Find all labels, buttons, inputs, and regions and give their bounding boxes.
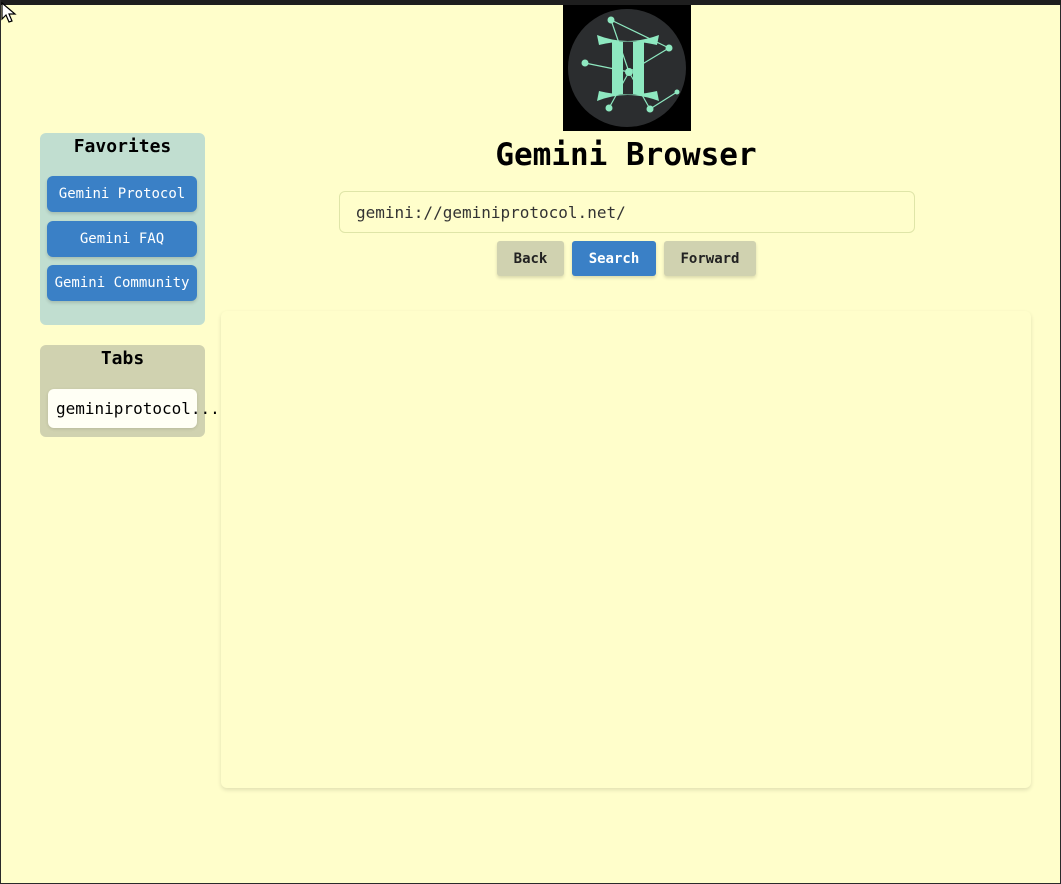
favorite-gemini-faq-button[interactable]: Gemini FAQ	[47, 221, 197, 257]
tabs-heading: Tabs	[100, 348, 145, 369]
page-title: Gemini Browser	[495, 137, 757, 173]
favorites-heading: Favorites	[73, 136, 172, 157]
gemini-constellation-icon	[568, 9, 686, 127]
tab-label: geminiprotocol...	[56, 399, 220, 418]
mouse-cursor-icon	[1, 2, 17, 23]
window-top-border	[1, 0, 1061, 5]
tabs-panel: Tabs geminiprotocol...	[40, 345, 220, 437]
page-content-area[interactable]	[221, 311, 1031, 788]
tab-item[interactable]: geminiprotocol...	[48, 389, 220, 428]
search-button[interactable]: Search	[572, 241, 656, 276]
favorite-gemini-protocol-button[interactable]: Gemini Protocol	[47, 176, 197, 212]
favorite-gemini-community-button[interactable]: Gemini Community	[47, 265, 197, 301]
forward-button[interactable]: Forward	[664, 241, 756, 276]
favorites-panel: Favorites Gemini Protocol Gemini FAQ Gem…	[40, 133, 205, 325]
gemini-logo	[563, 5, 691, 131]
address-input[interactable]	[339, 191, 915, 233]
back-button[interactable]: Back	[497, 241, 564, 276]
